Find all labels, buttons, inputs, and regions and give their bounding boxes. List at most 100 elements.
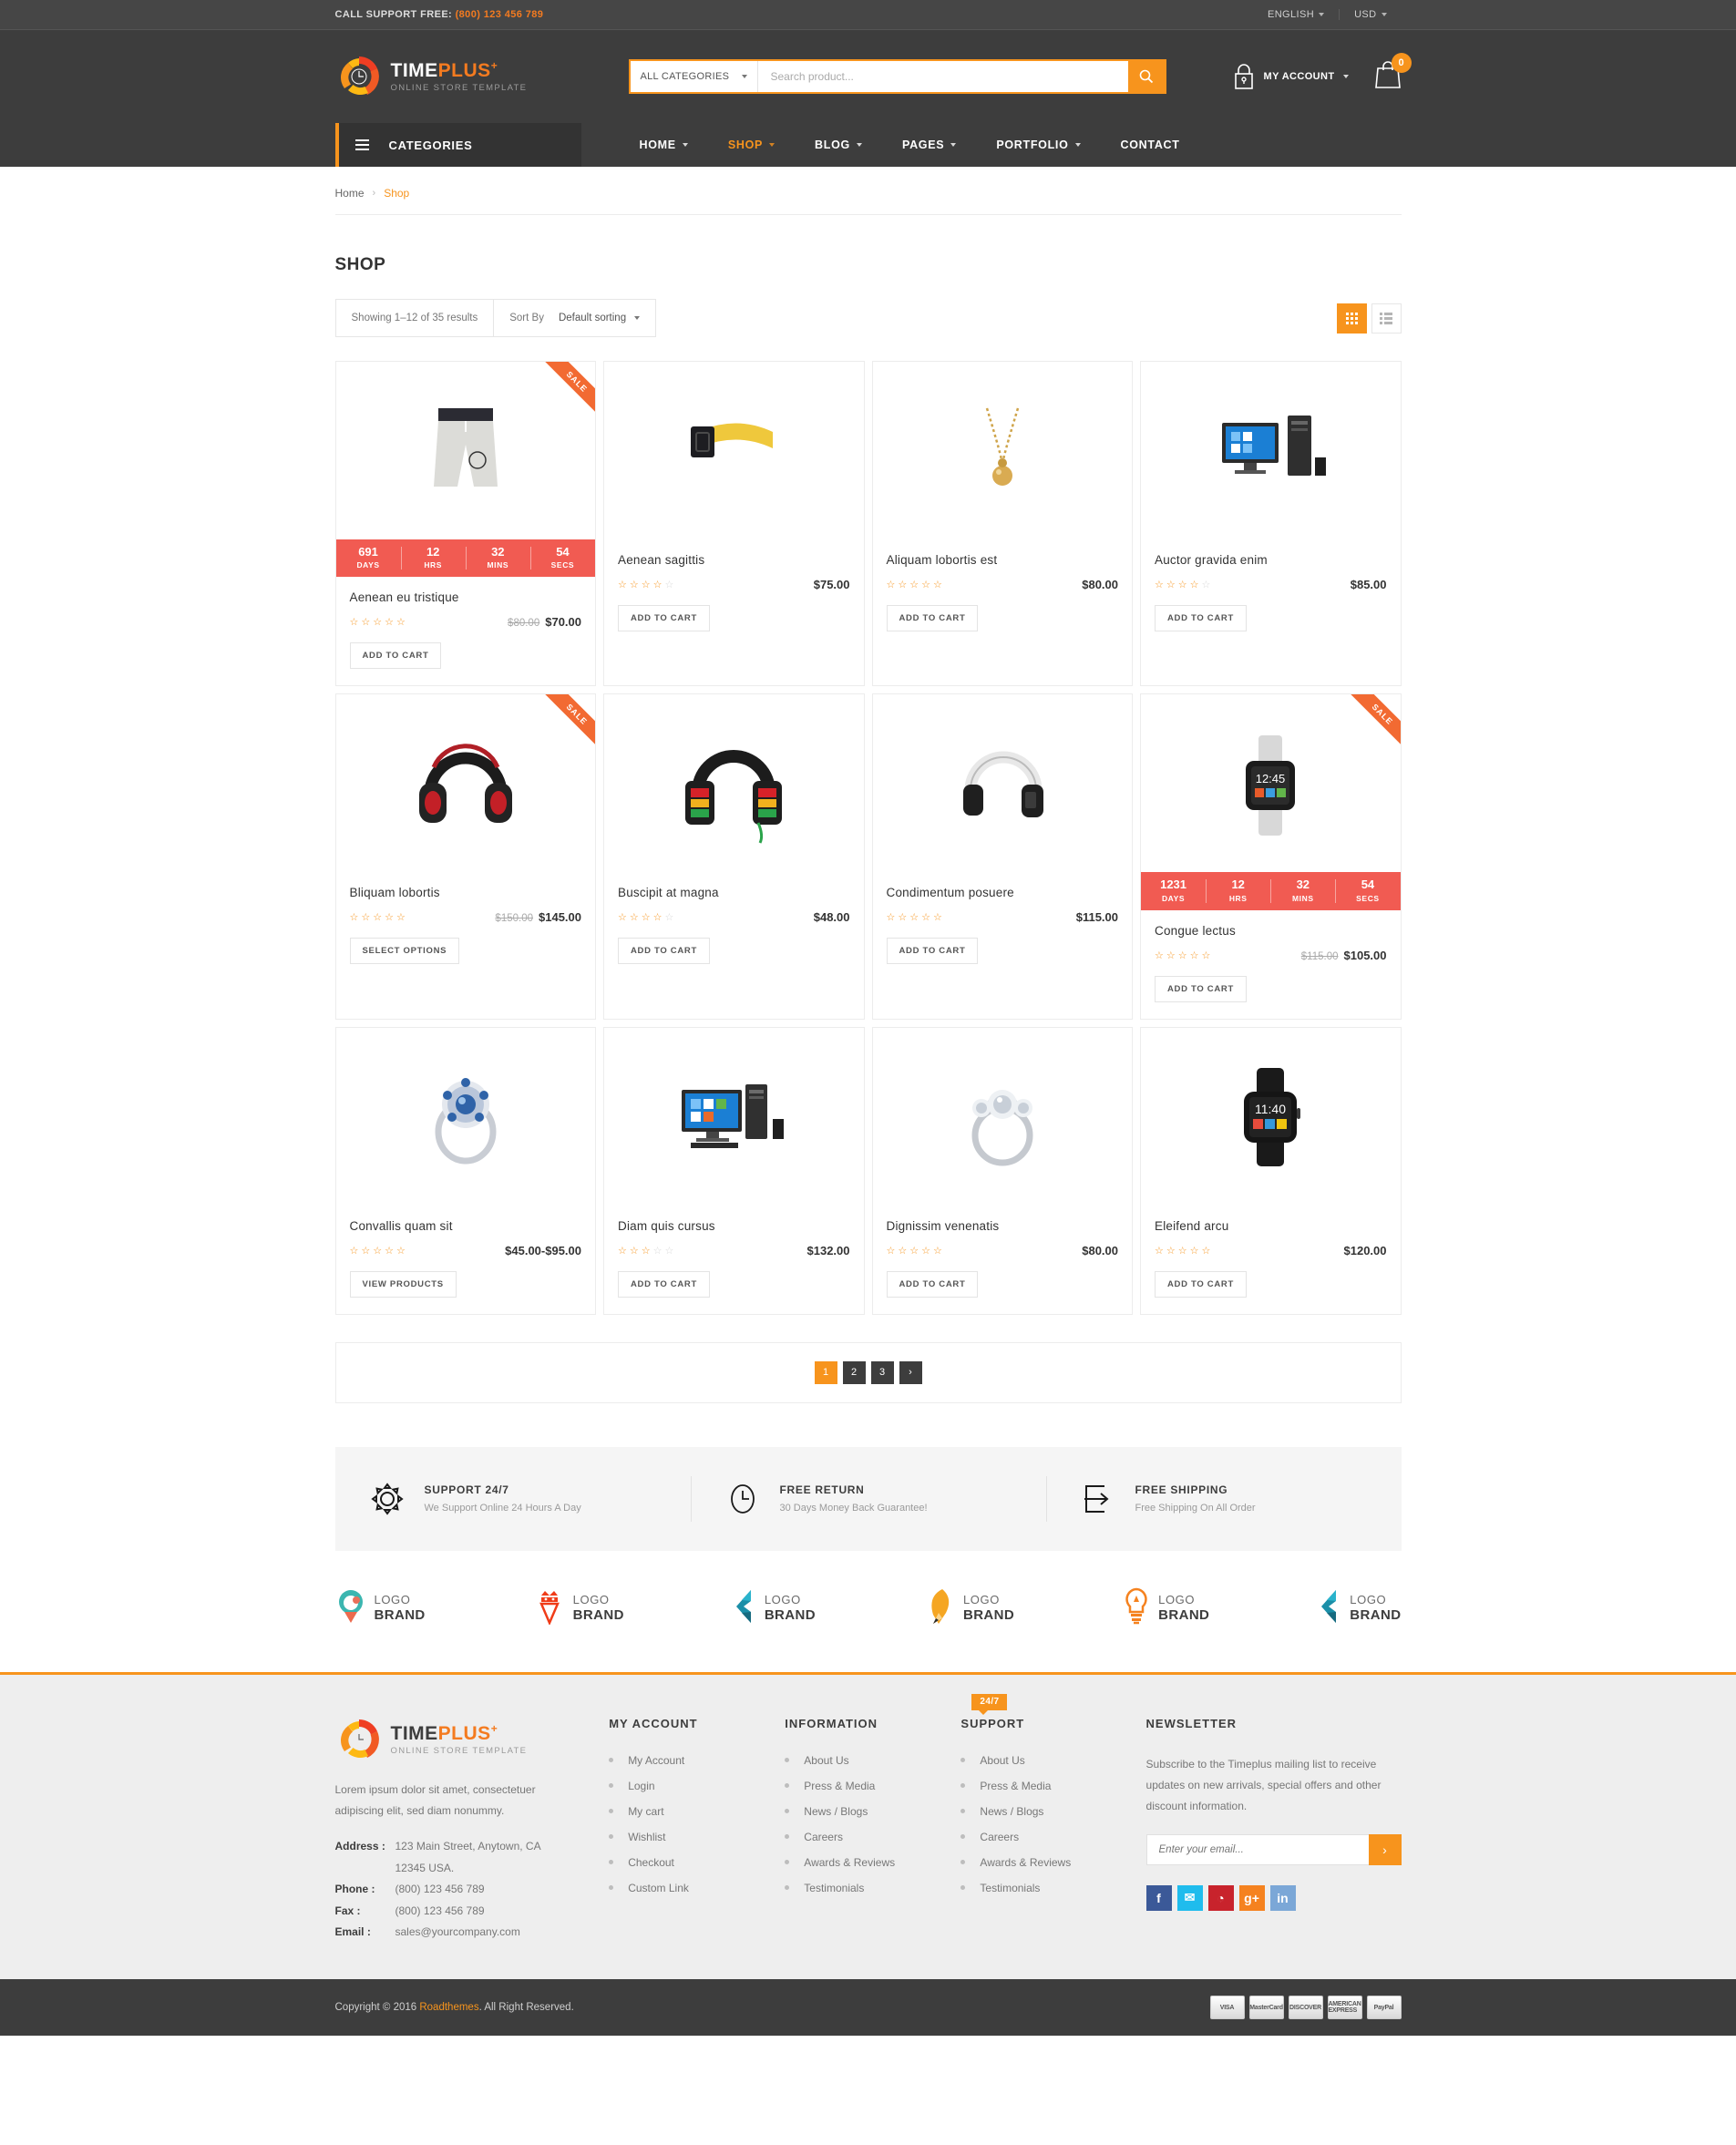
add-to-cart-button[interactable]: ADD TO CART xyxy=(618,605,710,631)
product-image[interactable] xyxy=(873,694,1133,872)
nav-item-portfolio[interactable]: PORTFOLIO xyxy=(976,123,1100,167)
footer-link-support[interactable]: Awards & Reviews xyxy=(960,1856,1136,1869)
sort-by-value[interactable]: Default sorting xyxy=(559,313,641,323)
nav-item-shop[interactable]: SHOP xyxy=(708,123,795,167)
product-title[interactable]: Eleifend arcu xyxy=(1155,1219,1387,1233)
product-card[interactable]: Condimentum posuere ☆ ☆ ☆ ☆ ☆ $115.00 ADD TO CA… xyxy=(871,693,1133,1020)
product-image[interactable] xyxy=(604,1028,864,1206)
product-card[interactable]: SALE 691 DAYS 12 HRS 32 MINS 54 SECS Aenean eu tr… xyxy=(334,361,596,687)
cart-button[interactable]: 0 xyxy=(1374,52,1412,95)
brand-logo-item[interactable]: LOGO BRAND xyxy=(1123,1587,1209,1630)
list-view-button[interactable] xyxy=(1371,303,1402,334)
search-button[interactable] xyxy=(1127,61,1165,92)
product-card[interactable]: Buscipit at magna ☆ ☆ ☆ ☆ ☆ $48.00 ADD TO CART xyxy=(603,693,865,1020)
product-image[interactable] xyxy=(604,694,864,872)
facebook-icon[interactable]: f xyxy=(1145,1884,1172,1911)
add-to-cart-button[interactable]: ADD TO CART xyxy=(886,605,979,631)
add-to-cart-button[interactable]: ADD TO CART xyxy=(1155,605,1247,631)
footer-link-information[interactable]: Testimonials xyxy=(785,1882,960,1894)
category-select[interactable]: ALL CATEGORIES xyxy=(631,61,758,92)
google-plus-icon[interactable]: g+ xyxy=(1238,1884,1265,1911)
product-card[interactable]: 11:40 Eleifend arcu ☆ ☆ ☆ ☆ ☆ $120.00 ADD TO CAR… xyxy=(1140,1026,1402,1315)
site-logo[interactable]: TIMEPLUS+ ONLINE STORE TEMPLATE xyxy=(335,53,609,100)
product-title[interactable]: Aliquam lobortis est xyxy=(887,553,1119,567)
product-card[interactable]: Aenean sagittis ☆ ☆ ☆ ☆ ☆ $75.00 ADD TO CART xyxy=(603,361,865,687)
categories-button[interactable]: CATEGORIES xyxy=(334,123,581,167)
footer-link-information[interactable]: Awards & Reviews xyxy=(785,1856,960,1869)
add-to-cart-button[interactable]: SELECT OPTIONS xyxy=(349,938,460,965)
product-title[interactable]: Condimentum posuere xyxy=(887,886,1119,899)
add-to-cart-button[interactable]: ADD TO CART xyxy=(1155,975,1247,1002)
currency-selector[interactable]: USD xyxy=(1339,9,1401,20)
product-title[interactable]: Aenean sagittis xyxy=(618,553,850,567)
breadcrumb-home[interactable]: Home xyxy=(335,187,365,200)
footer-link-support[interactable]: Testimonials xyxy=(960,1882,1136,1894)
brand-logo-item[interactable]: LOGO BRAND xyxy=(1318,1588,1401,1629)
footer-link-information[interactable]: Press & Media xyxy=(785,1780,960,1792)
product-title[interactable]: Aenean eu tristique xyxy=(350,590,582,604)
product-card[interactable]: SALE Bliquam lobortis ☆ ☆ ☆ ☆ ☆ $150.00 $145.00 S… xyxy=(334,693,596,1020)
search-input[interactable] xyxy=(757,61,1128,92)
product-title[interactable]: Convallis quam sit xyxy=(350,1219,582,1233)
footer-link-information[interactable]: News / Blogs xyxy=(785,1805,960,1818)
add-to-cart-button[interactable]: ADD TO CART xyxy=(886,938,979,965)
product-card[interactable]: Auctor gravida enim ☆ ☆ ☆ ☆ ☆ $85.00 ADD TO CAR… xyxy=(1140,361,1402,687)
product-card[interactable]: Aliquam lobortis est ☆ ☆ ☆ ☆ ☆ $80.00 ADD TO CA… xyxy=(871,361,1133,687)
footer-link-support[interactable]: Careers xyxy=(960,1831,1136,1843)
product-image[interactable] xyxy=(336,1028,596,1206)
pagination-next[interactable]: › xyxy=(899,1360,922,1384)
footer-logo[interactable]: TIMEPLUS+ ONLINE STORE TEMPLATE xyxy=(335,1716,573,1763)
add-to-cart-button[interactable]: ADD TO CART xyxy=(1155,1270,1247,1298)
pagination-page-3[interactable]: 3 xyxy=(870,1360,894,1384)
product-title[interactable]: Buscipit at magna xyxy=(618,886,850,899)
product-card[interactable]: Diam quis cursus ☆ ☆ ☆ ☆ ☆ $132.00 ADD TO CART xyxy=(603,1026,865,1315)
language-selector[interactable]: ENGLISH xyxy=(1253,9,1339,20)
twitter-icon[interactable]: ✉ xyxy=(1176,1884,1203,1911)
newsletter-email-input[interactable] xyxy=(1145,1833,1369,1865)
copyright-brand[interactable]: Roadthemes xyxy=(419,2002,478,2013)
product-title[interactable]: Auctor gravida enim xyxy=(1155,553,1387,567)
footer-link-my-account[interactable]: Custom Link xyxy=(609,1882,785,1894)
linkedin-icon[interactable]: in xyxy=(1269,1884,1296,1911)
footer-link-my-account[interactable]: Wishlist xyxy=(609,1831,785,1843)
pagination-page-2[interactable]: 2 xyxy=(842,1360,866,1384)
rss-icon[interactable]: ◔ xyxy=(1207,1884,1234,1911)
product-image[interactable] xyxy=(873,362,1133,539)
product-image[interactable] xyxy=(873,1028,1133,1206)
add-to-cart-button[interactable]: ADD TO CART xyxy=(618,938,710,965)
product-image[interactable] xyxy=(1141,362,1401,539)
pagination-page-1[interactable]: 1 xyxy=(814,1360,837,1384)
product-image[interactable]: 11:40 xyxy=(1141,1028,1401,1206)
product-title[interactable]: Bliquam lobortis xyxy=(350,886,582,899)
footer-link-support[interactable]: Press & Media xyxy=(960,1780,1136,1792)
grid-view-button[interactable] xyxy=(1336,303,1367,334)
nav-item-pages[interactable]: PAGES xyxy=(882,123,976,167)
newsletter-submit-button[interactable]: › xyxy=(1368,1833,1402,1865)
product-card[interactable]: Convallis quam sit ☆ ☆ ☆ ☆ ☆ $45.00-$95.00 VIEW… xyxy=(334,1026,596,1315)
nav-item-contact[interactable]: CONTACT xyxy=(1101,123,1200,167)
footer-link-my-account[interactable]: My cart xyxy=(609,1805,785,1818)
product-title[interactable]: Diam quis cursus xyxy=(618,1219,850,1233)
footer-link-my-account[interactable]: Checkout xyxy=(609,1856,785,1869)
footer-link-my-account[interactable]: My Account xyxy=(609,1754,785,1767)
footer-link-support[interactable]: About Us xyxy=(960,1754,1136,1767)
add-to-cart-button[interactable]: VIEW PRODUCTS xyxy=(349,1270,457,1298)
footer-link-support[interactable]: News / Blogs xyxy=(960,1805,1136,1818)
brand-logo-item[interactable]: LOGO BRAND xyxy=(733,1588,816,1629)
nav-item-home[interactable]: HOME xyxy=(620,123,708,167)
email-value[interactable]: sales@yourcompany.com xyxy=(395,1922,520,1943)
add-to-cart-button[interactable]: ADD TO CART xyxy=(618,1270,710,1298)
footer-link-my-account[interactable]: Login xyxy=(609,1780,785,1792)
nav-item-blog[interactable]: BLOG xyxy=(795,123,882,167)
footer-link-information[interactable]: Careers xyxy=(785,1831,960,1843)
product-title[interactable]: Congue lectus xyxy=(1155,924,1387,938)
add-to-cart-button[interactable]: ADD TO CART xyxy=(886,1270,979,1298)
my-account-button[interactable]: MY ACCOUNT xyxy=(1232,62,1349,91)
sort-by-control[interactable]: Sort By Default sorting xyxy=(494,299,657,337)
brand-logo-item[interactable]: LOGO BRAND xyxy=(335,1588,426,1629)
product-title[interactable]: Dignissim venenatis xyxy=(887,1219,1119,1233)
product-card[interactable]: SALE 12:45 1231 DAYS 12 HRS 32 MINS 54 SECS Congue… xyxy=(1140,693,1402,1020)
product-card[interactable]: Dignissim venenatis ☆ ☆ ☆ ☆ ☆ $80.00 ADD TO CAR… xyxy=(871,1026,1133,1315)
add-to-cart-button[interactable]: ADD TO CART xyxy=(349,642,442,670)
product-image[interactable] xyxy=(604,362,864,539)
